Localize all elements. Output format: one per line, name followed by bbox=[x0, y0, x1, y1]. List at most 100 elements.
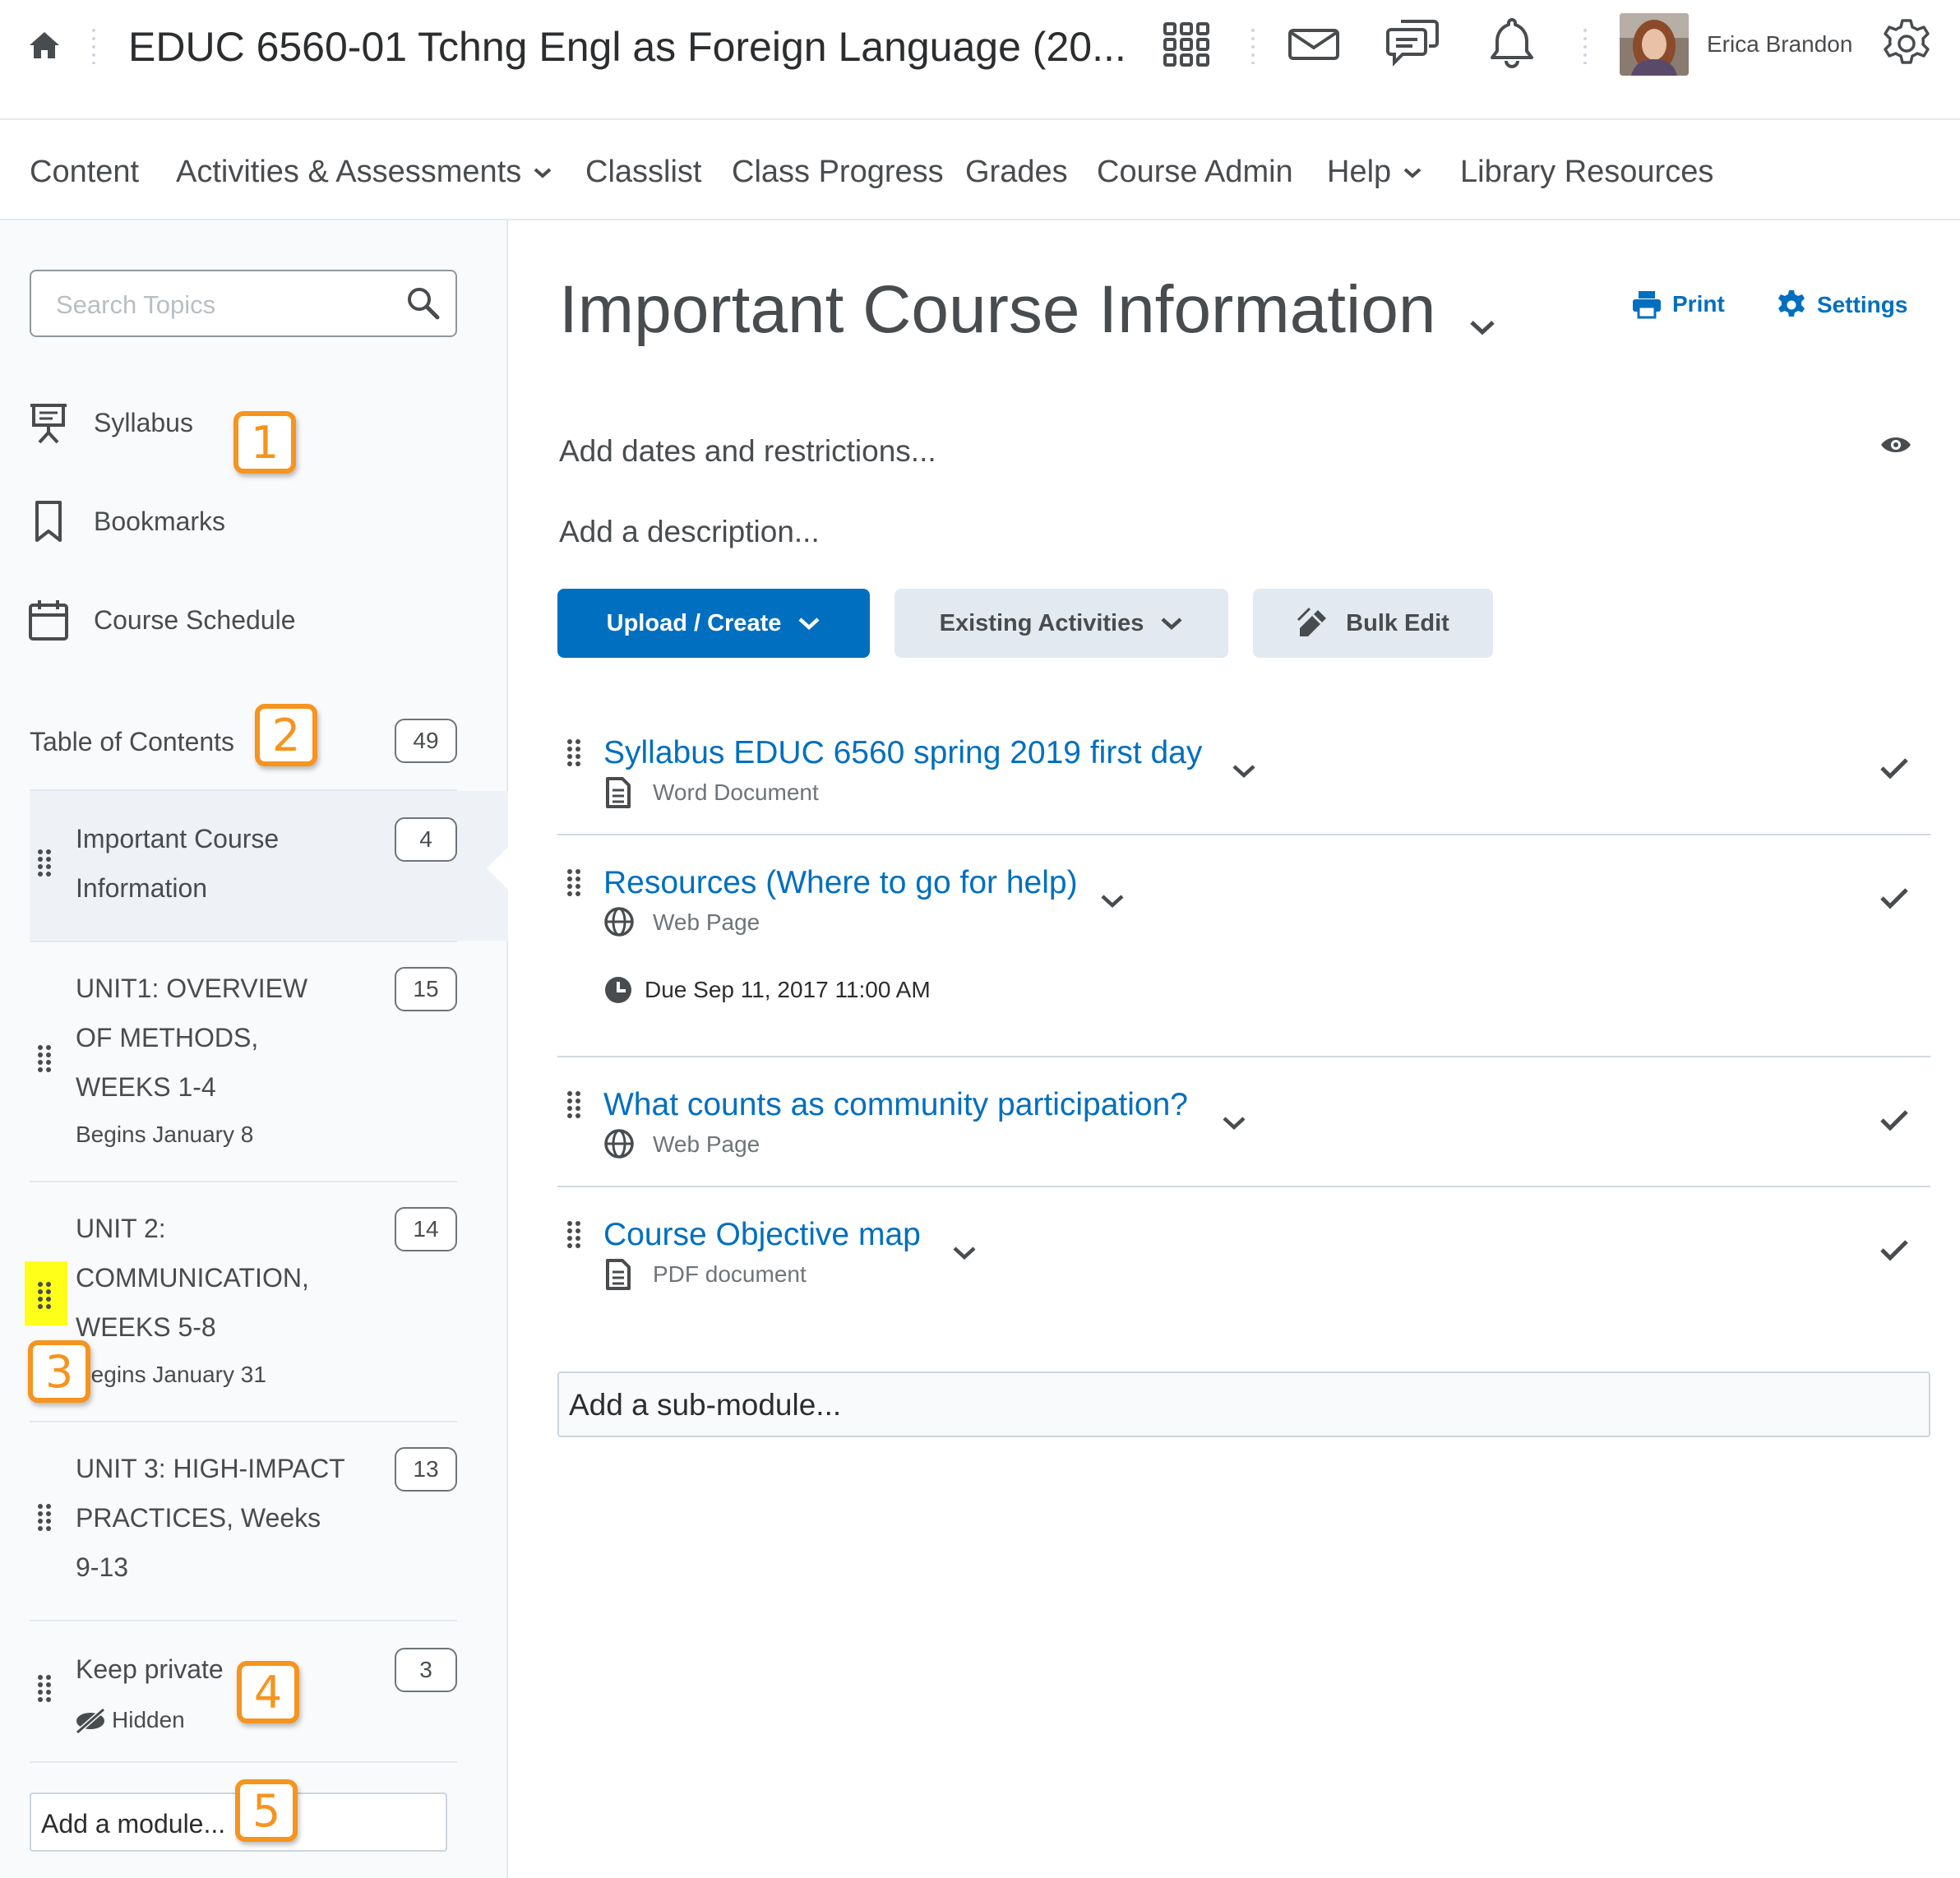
callout-5: 5 bbox=[235, 1779, 298, 1842]
chevron-down-icon bbox=[534, 168, 552, 178]
hidden-eye-icon bbox=[76, 1707, 105, 1735]
drag-handle-icon[interactable] bbox=[566, 738, 582, 768]
checkmark-icon bbox=[1880, 758, 1908, 779]
clock-icon bbox=[605, 977, 631, 1003]
sidebar-item-syllabus[interactable]: Syllabus bbox=[28, 401, 193, 444]
page-title: Important Course Information bbox=[559, 272, 1436, 347]
upload-create-button[interactable]: Upload / Create bbox=[557, 589, 870, 658]
toc-count-badge: 49 bbox=[395, 719, 457, 763]
nav-activities-assessments[interactable]: Activities & Assessments bbox=[176, 155, 552, 190]
globe-icon bbox=[604, 907, 634, 937]
topic-title-link[interactable]: Syllabus EDUC 6560 spring 2019 first day bbox=[603, 735, 1202, 771]
drag-handle-icon[interactable] bbox=[36, 1503, 53, 1533]
topic-title-link[interactable]: Resources (Where to go for help) bbox=[603, 865, 1078, 901]
search-icon[interactable] bbox=[406, 286, 441, 321]
add-description-link[interactable]: Add a description... bbox=[559, 515, 820, 549]
chevron-down-icon bbox=[1403, 168, 1421, 178]
calendar-icon bbox=[29, 600, 68, 641]
sidebar-item-bookmarks[interactable]: Bookmarks bbox=[28, 500, 225, 543]
document-icon bbox=[606, 1259, 631, 1290]
waffle-grid-icon[interactable] bbox=[1163, 21, 1210, 67]
nav-content[interactable]: Content bbox=[30, 155, 139, 190]
module-unit1-title[interactable]: UNIT1: OVERVIEW OF METHODS, WEEKS 1-4 bbox=[76, 964, 347, 1112]
divider bbox=[30, 1620, 457, 1621]
add-sub-module-input[interactable]: Add a sub-module... bbox=[557, 1371, 1930, 1437]
drag-handle-icon[interactable] bbox=[36, 1674, 53, 1704]
chevron-down-icon[interactable] bbox=[952, 1245, 977, 1261]
course-title[interactable]: EDUC 6560-01 Tchng Engl as Foreign Langu… bbox=[128, 23, 1126, 71]
topic-item: Syllabus EDUC 6560 spring 2019 first day… bbox=[557, 735, 1930, 834]
presentation-icon bbox=[30, 404, 67, 444]
gear-icon bbox=[1778, 290, 1805, 317]
due-date: Due Sep 11, 2017 11:00 AM bbox=[603, 975, 931, 1005]
divider bbox=[557, 834, 1930, 835]
existing-activities-button[interactable]: Existing Activities bbox=[894, 589, 1228, 658]
module-count-badge: 3 bbox=[395, 1648, 457, 1692]
module-start-date: Begins January 8 bbox=[76, 1122, 254, 1147]
checkmark-icon bbox=[1880, 888, 1908, 909]
table-of-contents-label[interactable]: Table of Contents bbox=[30, 727, 234, 757]
nav-classlist[interactable]: Classlist bbox=[585, 155, 701, 190]
pencil-icon bbox=[1297, 607, 1327, 636]
user-name[interactable]: Erica Brandon bbox=[1707, 31, 1852, 58]
eye-icon[interactable] bbox=[1879, 432, 1912, 457]
topic-type: Web Page bbox=[603, 1128, 760, 1161]
divider bbox=[30, 1761, 457, 1763]
divider bbox=[557, 1056, 1930, 1057]
drag-handle-icon[interactable] bbox=[566, 1090, 582, 1120]
module-unit2-title[interactable]: UNIT 2: COMMUNICATION, WEEKS 5-8 bbox=[76, 1204, 347, 1352]
bell-icon[interactable] bbox=[1488, 16, 1536, 69]
nav-course-admin[interactable]: Course Admin bbox=[1097, 155, 1293, 190]
add-dates-restrictions-link[interactable]: Add dates and restrictions... bbox=[559, 434, 936, 469]
bulk-edit-button[interactable]: Bulk Edit bbox=[1253, 589, 1493, 658]
chat-icon[interactable] bbox=[1386, 18, 1439, 67]
divider bbox=[1251, 26, 1255, 64]
mail-icon[interactable] bbox=[1287, 28, 1340, 61]
course-nav-bar: Content Activities & Assessments Classli… bbox=[0, 120, 1960, 220]
module-unit3-title[interactable]: UNIT 3: HIGH-IMPACT PRACTICES, Weeks 9-1… bbox=[76, 1444, 347, 1592]
divider bbox=[30, 1181, 457, 1182]
module-count-badge: 15 bbox=[395, 967, 457, 1011]
topic-title-link[interactable]: Course Objective map bbox=[603, 1217, 921, 1253]
topic-title-link[interactable]: What counts as community participation? bbox=[603, 1087, 1188, 1123]
drag-handle-icon[interactable] bbox=[566, 868, 582, 898]
chevron-down-icon[interactable] bbox=[1232, 763, 1256, 779]
sidebar-item-course-schedule[interactable]: Course Schedule bbox=[28, 599, 295, 641]
chevron-down-icon[interactable] bbox=[1222, 1115, 1246, 1131]
divider bbox=[30, 1421, 457, 1422]
document-icon bbox=[606, 777, 631, 808]
active-indicator bbox=[487, 847, 508, 890]
avatar[interactable] bbox=[1620, 13, 1689, 76]
checkmark-icon bbox=[1880, 1110, 1908, 1131]
module-count-badge: 14 bbox=[395, 1207, 457, 1251]
nav-grades[interactable]: Grades bbox=[965, 155, 1068, 190]
search-placeholder: Search Topics bbox=[56, 290, 216, 319]
chevron-down-icon[interactable] bbox=[1100, 893, 1125, 909]
bookmark-icon bbox=[35, 501, 62, 542]
module-count-badge: 13 bbox=[395, 1447, 457, 1492]
nav-help[interactable]: Help bbox=[1327, 155, 1422, 190]
divider bbox=[557, 1186, 1930, 1187]
divider bbox=[92, 26, 95, 64]
chevron-down-icon[interactable] bbox=[1468, 317, 1496, 337]
drag-handle-icon[interactable] bbox=[36, 849, 53, 878]
gear-icon[interactable] bbox=[1881, 18, 1932, 69]
drag-handle-icon[interactable] bbox=[36, 1281, 53, 1311]
callout-4: 4 bbox=[237, 1661, 299, 1723]
home-icon[interactable] bbox=[28, 30, 61, 61]
search-input[interactable]: Search Topics bbox=[30, 270, 457, 337]
module-title: Important Course Information bbox=[76, 824, 280, 903]
topic-type: Word Document bbox=[603, 776, 819, 809]
nav-library-resources[interactable]: Library Resources bbox=[1460, 155, 1713, 190]
topic-item: Resources (Where to go for help) Web Pag… bbox=[557, 865, 1930, 1054]
print-button[interactable]: Print bbox=[1631, 289, 1725, 319]
drag-handle-icon[interactable] bbox=[566, 1220, 582, 1250]
nav-class-progress[interactable]: Class Progress bbox=[732, 155, 944, 190]
topic-type: Web Page bbox=[603, 906, 760, 939]
callout-1: 1 bbox=[233, 411, 296, 474]
settings-button[interactable]: Settings bbox=[1776, 289, 1907, 321]
topic-item: What counts as community participation? … bbox=[557, 1087, 1930, 1186]
drag-handle-icon[interactable] bbox=[36, 1044, 53, 1074]
divider bbox=[30, 941, 457, 942]
topic-item: Course Objective map PDF document bbox=[557, 1217, 1930, 1316]
